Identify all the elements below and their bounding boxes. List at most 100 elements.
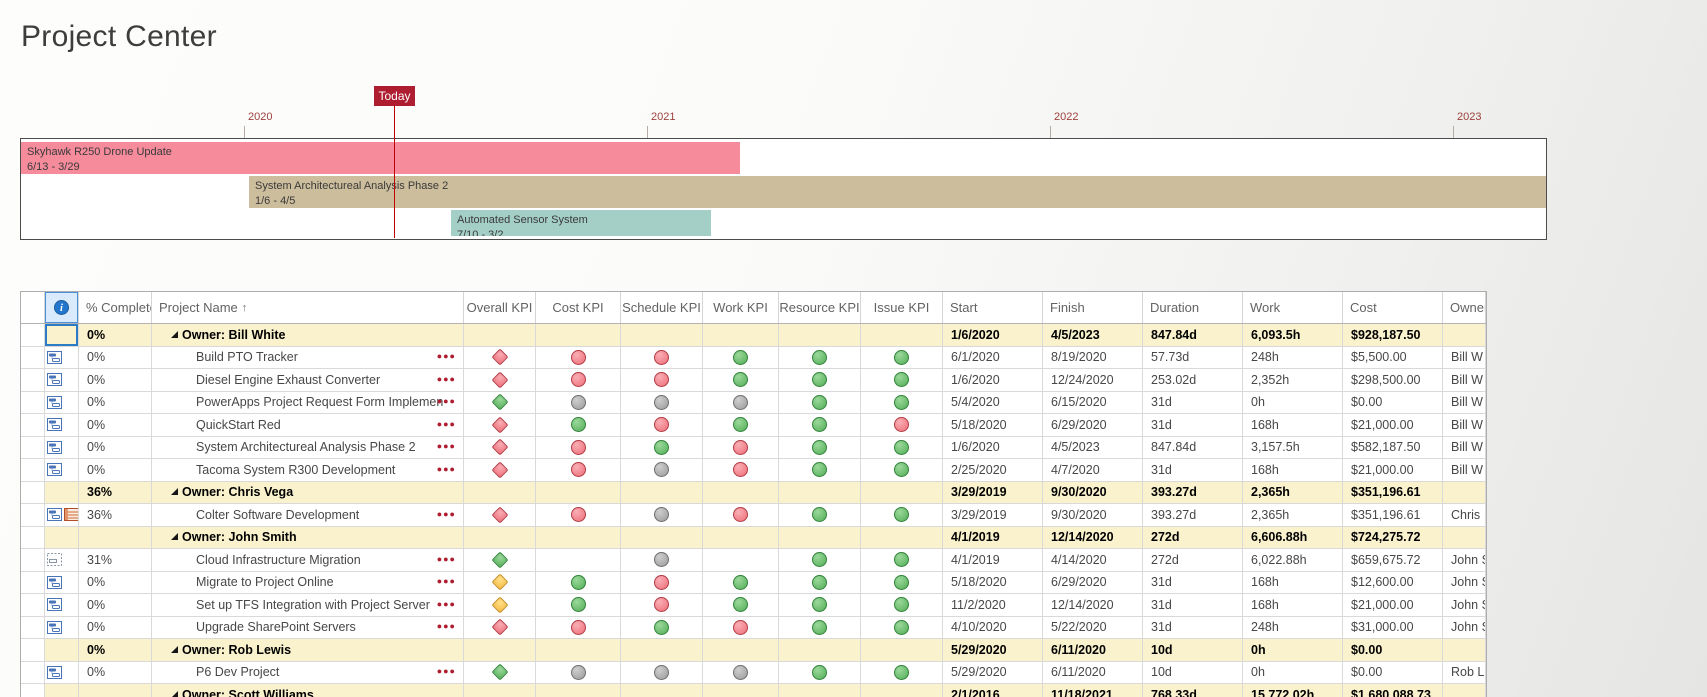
project-name-link[interactable]: Diesel Engine Exhaust Converter bbox=[196, 373, 380, 387]
cell-owner: John S bbox=[1443, 549, 1486, 571]
column-header-issue_kpi[interactable]: Issue KPI bbox=[861, 292, 943, 323]
row-menu-icon[interactable]: ●●● bbox=[437, 666, 456, 676]
column-header-cost_kpi[interactable]: Cost KPI bbox=[536, 292, 621, 323]
cell-cost: $724,275.72 bbox=[1343, 527, 1443, 549]
column-header-owner[interactable]: Owner bbox=[1443, 292, 1486, 323]
project-indicator-icon[interactable] bbox=[47, 463, 62, 476]
project-name-link[interactable]: Build PTO Tracker bbox=[196, 350, 298, 364]
project-name-link[interactable]: Set up TFS Integration with Project Serv… bbox=[196, 598, 430, 612]
percent-complete-value: 36% bbox=[87, 508, 112, 522]
column-header-rowhdr[interactable] bbox=[21, 292, 45, 323]
project-indicator-icon[interactable] bbox=[47, 351, 62, 364]
project-name-link[interactable]: System Architectureal Analysis Phase 2 bbox=[196, 440, 416, 454]
cell-duration: 847.84d bbox=[1143, 324, 1243, 346]
project-name-link[interactable]: Migrate to Project Online bbox=[196, 575, 334, 589]
cell-value-owner: Bill W bbox=[1451, 463, 1483, 477]
group-collapse-icon[interactable] bbox=[171, 691, 178, 697]
column-header-resource_kpi[interactable]: Resource KPI bbox=[779, 292, 861, 323]
cell-schedule_kpi bbox=[621, 662, 703, 684]
timeline-year-label: 2020 bbox=[248, 111, 272, 123]
group-collapse-icon[interactable] bbox=[171, 488, 178, 495]
group-collapse-icon[interactable] bbox=[171, 331, 178, 338]
cell-cost: $298,500.00 bbox=[1343, 369, 1443, 391]
group-collapse-icon[interactable] bbox=[171, 646, 178, 653]
group-row[interactable]: Owner: Scott Williams2/1/201611/18/20217… bbox=[21, 684, 1486, 697]
row-menu-icon[interactable]: ●●● bbox=[437, 419, 456, 429]
project-name-link[interactable]: Upgrade SharePoint Servers bbox=[196, 620, 356, 634]
column-header-overall[interactable]: Overall KPI bbox=[464, 292, 536, 323]
project-name-link[interactable]: Tacoma System R300 Development bbox=[196, 463, 395, 477]
cell-cost: $21,000.00 bbox=[1343, 459, 1443, 481]
cell-overall bbox=[464, 639, 536, 661]
cell-pct: 0% bbox=[79, 392, 152, 414]
cell-finish: 12/14/2020 bbox=[1043, 594, 1143, 616]
cell-work_kpi bbox=[703, 684, 779, 697]
cell-resource_kpi bbox=[779, 572, 861, 594]
project-name-link[interactable]: QuickStart Red bbox=[196, 418, 281, 432]
cell-finish: 8/19/2020 bbox=[1043, 347, 1143, 369]
gantt-bar[interactable]: System Architectureal Analysis Phase 21/… bbox=[249, 176, 1546, 208]
row-menu-icon[interactable]: ●●● bbox=[437, 374, 456, 384]
cell-name: QuickStart Red ●●● bbox=[152, 414, 464, 436]
cell-owner: Bill W bbox=[1443, 392, 1486, 414]
column-header-work_kpi[interactable]: Work KPI bbox=[703, 292, 779, 323]
group-row[interactable]: Owner: John Smith4/1/201912/14/2020272d6… bbox=[21, 527, 1486, 550]
column-header-duration[interactable]: Duration bbox=[1143, 292, 1243, 323]
column-header-schedule_kpi[interactable]: Schedule KPI bbox=[621, 292, 703, 323]
cell-finish: 6/29/2020 bbox=[1043, 414, 1143, 436]
row-menu-icon[interactable]: ●●● bbox=[437, 509, 456, 519]
project-name-link[interactable]: PowerApps Project Request Form Implemen bbox=[196, 395, 443, 409]
column-header-info[interactable]: i bbox=[45, 292, 79, 323]
cell-overall bbox=[464, 324, 536, 346]
row-menu-icon[interactable]: ●●● bbox=[437, 554, 456, 564]
group-row[interactable]: 0%Owner: Bill White1/6/20204/5/2023847.8… bbox=[21, 324, 1486, 347]
project-indicator-icon[interactable] bbox=[47, 396, 62, 409]
column-header-name[interactable]: Project Name↑ bbox=[152, 292, 464, 323]
gantt-bar[interactable]: Automated Sensor System7/10 - 3/2 bbox=[451, 210, 711, 236]
project-indicator-icon[interactable] bbox=[47, 441, 62, 454]
issues-list-icon[interactable] bbox=[64, 508, 79, 521]
column-header-work[interactable]: Work bbox=[1243, 292, 1343, 323]
cell-cost_kpi bbox=[536, 684, 621, 697]
cell-info bbox=[45, 594, 79, 616]
column-header-start[interactable]: Start bbox=[943, 292, 1043, 323]
project-name-link[interactable]: Cloud Infrastructure Migration bbox=[196, 553, 361, 567]
cell-schedule_kpi bbox=[621, 594, 703, 616]
cell-pct: 0% bbox=[79, 617, 152, 639]
row-menu-icon[interactable]: ●●● bbox=[437, 599, 456, 609]
checked-out-icon[interactable] bbox=[47, 553, 62, 566]
cell-schedule_kpi bbox=[621, 347, 703, 369]
cell-overall bbox=[464, 549, 536, 571]
project-indicator-icon[interactable] bbox=[47, 418, 62, 431]
cell-value-duration: 847.84d bbox=[1151, 440, 1196, 454]
project-indicator-icon[interactable] bbox=[47, 576, 62, 589]
row-menu-icon[interactable]: ●●● bbox=[437, 464, 456, 474]
column-header-cost[interactable]: Cost bbox=[1343, 292, 1443, 323]
gantt-bar[interactable]: Skyhawk R250 Drone Update6/13 - 3/29 bbox=[21, 142, 740, 174]
project-indicator-icon[interactable] bbox=[47, 598, 62, 611]
project-indicator-icon[interactable] bbox=[47, 621, 62, 634]
column-header-finish[interactable]: Finish bbox=[1043, 292, 1143, 323]
column-header-pct[interactable]: % Complete bbox=[79, 292, 152, 323]
group-collapse-icon[interactable] bbox=[171, 533, 178, 540]
row-menu-icon[interactable]: ●●● bbox=[437, 576, 456, 586]
project-indicator-icon[interactable] bbox=[47, 508, 62, 521]
info-icon[interactable]: i bbox=[54, 300, 69, 315]
row-menu-icon[interactable]: ●●● bbox=[437, 621, 456, 631]
row-menu-icon[interactable]: ●●● bbox=[437, 351, 456, 361]
row-menu-icon[interactable]: ●●● bbox=[437, 396, 456, 406]
project-indicator-icon[interactable] bbox=[47, 373, 62, 386]
cell-name: System Architectureal Analysis Phase 2 ●●… bbox=[152, 437, 464, 459]
cell-value-work: 2,365h bbox=[1251, 508, 1289, 522]
cell-pct: 0% bbox=[79, 459, 152, 481]
project-name-link[interactable]: Colter Software Development bbox=[196, 508, 359, 522]
group-row[interactable]: 0%Owner: Rob Lewis5/29/20206/11/202010d0… bbox=[21, 639, 1486, 662]
cell-work: 15,772.02h bbox=[1243, 684, 1343, 697]
project-name-link[interactable]: P6 Dev Project bbox=[196, 665, 279, 679]
cell-work: 0h bbox=[1243, 662, 1343, 684]
resource_kpi-green-indicator-icon bbox=[812, 620, 827, 635]
row-menu-icon[interactable]: ●●● bbox=[437, 441, 456, 451]
group-row[interactable]: 36%Owner: Chris Vega3/29/20199/30/202039… bbox=[21, 482, 1486, 505]
cell-issue_kpi bbox=[861, 594, 943, 616]
project-indicator-icon[interactable] bbox=[47, 666, 62, 679]
